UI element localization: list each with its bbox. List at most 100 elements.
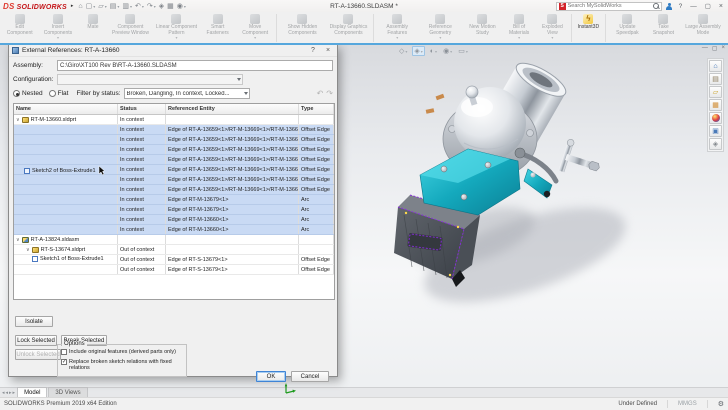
hide-show-items-icon[interactable]: ◉▾ [442, 47, 453, 55]
3d-model-viewport[interactable] [360, 57, 665, 347]
column-header-status[interactable]: Status [118, 104, 166, 114]
expand-chevron-icon[interactable]: ∨ [16, 237, 20, 243]
doc-restore-icon[interactable]: ▢ [712, 45, 718, 52]
expand-chevron-icon[interactable]: ∨ [16, 117, 20, 123]
assembly-path-field[interactable]: C:\Giro\XT100 Rev B\RT-A-13660.SLDASM [57, 60, 333, 71]
search-input[interactable] [568, 3, 651, 9]
ribbon-button-linear-component-pattern[interactable]: Linear Component Pattern▾ [153, 13, 199, 43]
ribbon-button-bill-of-materials[interactable]: Bill of Materials▾ [502, 13, 536, 43]
file-explorer-icon[interactable]: ▱ [709, 86, 722, 98]
ribbon-button-insert-components[interactable]: Insert Components▾ [37, 13, 78, 43]
unlock-selected-button[interactable]: Unlock Selected [15, 349, 61, 360]
expand-chevron-icon[interactable]: ∨ [26, 247, 30, 253]
configuration-dropdown[interactable] [57, 74, 243, 85]
ribbon-button-smart-fasteners[interactable]: Smart Fasteners [199, 13, 235, 43]
dialog-close-button[interactable]: × [322, 47, 334, 54]
table-row[interactable]: ∨RT-M-13660.sldprtIn context [14, 115, 334, 125]
units-indicator[interactable]: MMGS [678, 401, 697, 407]
graphics-area[interactable]: ◇▾ ◈▾ ◐▾ ◉▾ ▭▾ — ▢ × ⌂▤▱▦ ▣◈ [0, 45, 728, 397]
ribbon-button-mate[interactable]: Mate [78, 13, 107, 43]
custom-properties-icon[interactable]: ▣ [709, 125, 722, 137]
tab-scroll-icon[interactable]: ▸ [9, 390, 12, 396]
view-palette-icon[interactable]: ▦ [709, 99, 722, 111]
ribbon-button-large-assembly-mode[interactable]: Large Assembly Mode [680, 13, 726, 43]
ribbon-button-edit-component[interactable]: Edit Component [2, 13, 37, 43]
zoom-fit-icon[interactable]: ◇▾ [398, 47, 408, 55]
ribbon-button-move-component[interactable]: Move Component▾ [236, 13, 275, 43]
view-settings-icon[interactable]: ▭▾ [457, 47, 469, 55]
menu-expand-arrow[interactable]: ▸ [71, 3, 74, 9]
list-external-refs-icon[interactable]: ↶ [317, 89, 324, 98]
doc-close-icon[interactable]: × [721, 45, 725, 52]
options-icon[interactable]: ◉▾ [177, 2, 186, 10]
ribbon-button-update-speedpak[interactable]: Update Speedpak [608, 13, 647, 43]
ok-button[interactable]: OK [256, 371, 286, 382]
tab-scroll-icon[interactable]: ▸ [13, 390, 16, 396]
save-icon[interactable]: ▤▾ [110, 2, 120, 10]
column-header-referenced-entity[interactable]: Referenced Entity [166, 104, 299, 114]
restore-button[interactable]: ▢ [703, 2, 713, 10]
column-header-name[interactable]: Name [14, 104, 118, 114]
tab-3d-views[interactable]: 3D Views [48, 387, 87, 397]
tab-model[interactable]: Model [17, 387, 47, 397]
rebuild-icon[interactable]: ▦ [167, 2, 174, 10]
ribbon-button-take-snapshot[interactable]: Take Snapshot [647, 13, 680, 43]
view-orientation-icon[interactable]: ◈▾ [412, 46, 424, 56]
table-row[interactable]: In contextEdge of RT-A-13659<1>/RT-M-136… [14, 125, 334, 135]
appearances-scenes-icon[interactable] [709, 112, 722, 124]
include-original-features-checkbox[interactable] [61, 349, 67, 355]
table-row[interactable]: In contextEdge of RT-A-13659<1>/RT-M-136… [14, 185, 334, 195]
ribbon-button-instant3d[interactable]: ϟInstant3D [574, 13, 603, 43]
new-document-icon[interactable]: ▢▾ [86, 2, 96, 10]
user-account-icon[interactable] [666, 3, 673, 10]
home-icon[interactable]: ⌂ [78, 3, 82, 10]
lock-selected-button[interactable]: Lock Selected [15, 335, 57, 346]
ribbon-button-assembly-features[interactable]: Assembly Features▾ [376, 13, 418, 43]
table-row[interactable]: ∨RT-S-13674.sldprtOut of context [14, 245, 334, 255]
display-style-icon[interactable]: ◐▾ [429, 48, 438, 55]
table-row[interactable]: In contextEdge of RT-M-13679<1>Arc [14, 195, 334, 205]
tab-scroll-icon[interactable]: ◂ [2, 390, 5, 396]
select-icon[interactable]: ◈ [159, 2, 164, 10]
open-icon[interactable]: ▱▾ [98, 2, 106, 10]
ribbon-button-reference-geometry[interactable]: Reference Geometry▾ [418, 13, 463, 43]
nested-radio[interactable] [13, 90, 20, 97]
doc-minimize-icon[interactable]: — [702, 45, 708, 52]
search-icon[interactable] [653, 3, 659, 9]
minimize-button[interactable]: — [688, 3, 699, 10]
refresh-references-icon[interactable]: ↷ [326, 89, 333, 98]
isolate-button[interactable]: Isolate [15, 316, 53, 327]
gear-icon[interactable]: ⚙ [718, 400, 724, 408]
close-button[interactable]: × [717, 3, 725, 10]
table-row[interactable]: In contextEdge of RT-M-13679<1>Arc [14, 205, 334, 215]
print-icon[interactable]: ▥▾ [122, 2, 132, 10]
ribbon-button-show-hidden-components[interactable]: Show Hidden Components [279, 13, 325, 43]
ribbon-button-component-preview-window[interactable]: Component Preview Window [107, 13, 153, 43]
cancel-button[interactable]: Cancel [291, 371, 329, 382]
redo-icon[interactable]: ↷▾ [147, 2, 156, 10]
table-row[interactable]: In contextEdge of RT-A-13659<1>/RT-M-136… [14, 155, 334, 165]
table-row[interactable]: In contextEdge of RT-M-13660<1>Arc [14, 215, 334, 225]
filter-status-dropdown[interactable]: Broken, Dangling, In context, Locked... [124, 88, 250, 99]
table-row[interactable]: In contextEdge of RT-A-13659<1>/RT-M-136… [14, 135, 334, 145]
help-button[interactable]: ? [677, 3, 685, 10]
dialog-help-button[interactable]: ? [307, 47, 319, 54]
column-header-type[interactable]: Type [299, 104, 334, 114]
flat-radio[interactable] [49, 90, 56, 97]
table-row[interactable]: In contextEdge of RT-M-13660<1>Arc [14, 225, 334, 235]
pack-and-go-icon[interactable]: ◈ [709, 138, 722, 150]
replace-broken-relations-checkbox[interactable]: ✓ [61, 359, 67, 365]
design-library-icon[interactable]: ▤ [709, 73, 722, 85]
search-box[interactable]: S [556, 2, 662, 11]
table-row[interactable]: ∨RT-A-13824.sldasm [14, 235, 334, 245]
ribbon-button-new-motion-study[interactable]: New Motion Study [463, 13, 503, 43]
table-row[interactable]: In contextEdge of RT-A-13659<1>/RT-M-136… [14, 175, 334, 185]
ribbon-button-display-graphics-components[interactable]: Display Graphics Components [325, 13, 371, 43]
tab-scroll-icon[interactable]: ◂ [6, 390, 9, 396]
ribbon-button-exploded-view[interactable]: Exploded View▾ [536, 13, 569, 43]
table-row[interactable]: In contextEdge of RT-A-13659<1>/RT-M-136… [14, 145, 334, 155]
table-row[interactable]: Out of contextEdge of RT-S-13679<1>Offse… [14, 265, 334, 275]
solidworks-resources-icon[interactable]: ⌂ [709, 60, 722, 72]
dialog-title-bar[interactable]: External References: RT-A-13660 ? × [9, 45, 337, 57]
undo-icon[interactable]: ↶▾ [135, 2, 144, 10]
